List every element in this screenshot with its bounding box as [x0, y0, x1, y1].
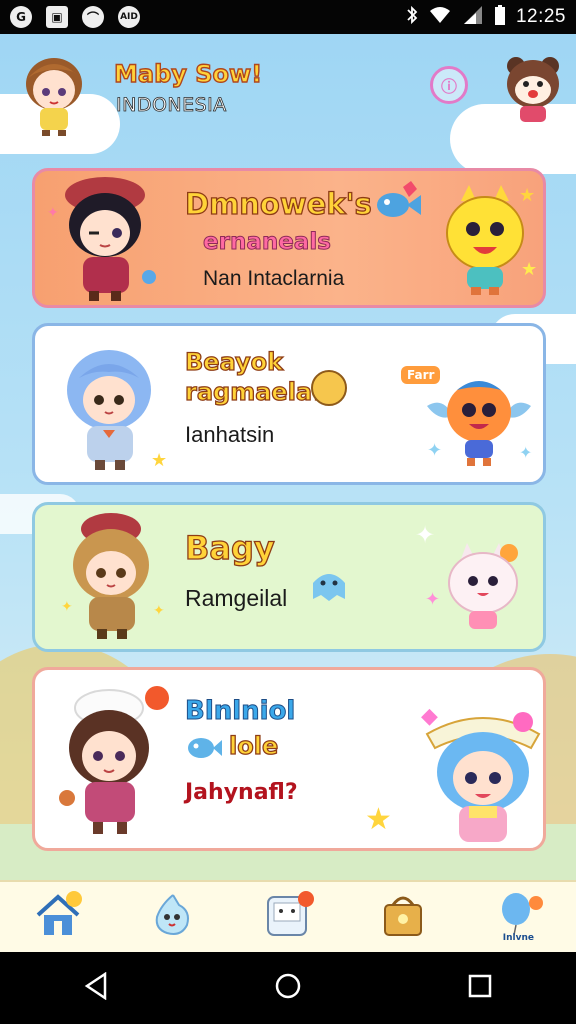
- sparkle-icon: ★: [521, 259, 538, 280]
- sparkle-icon: ◆: [421, 704, 438, 729]
- svg-text:✦: ✦: [153, 603, 165, 619]
- card-1-title: Dmnowek's: [184, 186, 372, 221]
- game-card-1[interactable]: Dmnowek's ernaneals Nan Intaclarnia ★ ★ …: [32, 168, 546, 308]
- nav-friends[interactable]: [143, 887, 203, 947]
- card-4-girl-character: [419, 694, 543, 848]
- player-avatar[interactable]: [14, 48, 94, 138]
- blue-ghost-icon: [307, 563, 351, 607]
- home-icon: [32, 889, 84, 945]
- bird-mascot: ✦ ✦: [419, 366, 539, 476]
- notification-icon-3: ⌒: [82, 6, 104, 28]
- notification-icon-2: ▣: [46, 6, 68, 28]
- home-circle-icon: [274, 972, 302, 1004]
- star-icon: ★: [365, 802, 392, 837]
- nav-home[interactable]: [28, 887, 88, 947]
- card-4-character: [51, 678, 171, 844]
- card-2-character: ★: [57, 340, 167, 474]
- blue-fish-icon: [185, 734, 223, 762]
- card-2-title-line2: ragmaela!: [184, 377, 324, 406]
- clock: 12:25: [515, 6, 566, 27]
- game-card-2[interactable]: ★ Beayok ragmaela! Ianhatsin Farr ✦ ✦: [32, 323, 546, 485]
- nav-profile[interactable]: Inlvne: [488, 887, 548, 947]
- nav-profile-label: Inlvne: [502, 933, 534, 943]
- card-3-subtitle: Ramgeilal: [185, 585, 288, 611]
- bottom-nav: Inlvne: [0, 880, 576, 952]
- svg-text:✦: ✦: [519, 443, 532, 462]
- card-4-title-line2: lole: [228, 731, 279, 760]
- notification-icon-4: AID: [118, 6, 140, 28]
- svg-text:✦: ✦: [61, 599, 73, 615]
- info-button[interactable]: ⓘ: [430, 66, 468, 104]
- app-header: Maby Sow! INDONESIA ⓘ: [0, 34, 576, 162]
- back-icon: [83, 971, 109, 1004]
- card-4-title: Blnlniol: [184, 696, 296, 727]
- card-3-character: ✦ ✦: [59, 511, 169, 645]
- status-bar: G ▣ ⌒ AID 12:25: [0, 0, 576, 34]
- card-3-title: Bagy: [184, 528, 275, 567]
- sparkle-icon: ✦: [47, 205, 59, 221]
- notification-icon-1: G: [10, 6, 32, 28]
- white-bunny-mascot: [433, 539, 533, 639]
- sparkle-icon: ✦: [425, 589, 441, 610]
- battery-icon: [494, 4, 506, 31]
- system-nav-bar: [0, 952, 576, 1024]
- game-card-3[interactable]: ✦ ✦ Bagy Ramgeilal ✦ ✦: [32, 502, 546, 652]
- nav-shop[interactable]: [373, 887, 433, 947]
- card-1-character: [53, 173, 163, 305]
- card-1-subtitle-decor: ernaneals: [203, 229, 332, 256]
- card-2-title: Beayok: [184, 347, 284, 376]
- card-1-subtitle: Nan Intaclarnia: [203, 267, 345, 290]
- svg-text:✦: ✦: [427, 440, 442, 461]
- card-4-subtitle: Jahynafl?: [185, 780, 298, 805]
- pet-avatar[interactable]: [500, 50, 566, 126]
- game-card-4[interactable]: Blnlniol lole Jahynafl? ★ ◆: [32, 667, 546, 851]
- treasure-bag-icon: [377, 889, 429, 945]
- recents-icon: [467, 973, 493, 1003]
- back-button[interactable]: [66, 958, 126, 1018]
- home-button[interactable]: [258, 958, 318, 1018]
- signal-icon: [462, 5, 484, 30]
- bubble-friend-icon: [147, 889, 199, 945]
- app-title: Maby Sow!: [113, 59, 263, 88]
- wifi-icon: [428, 5, 452, 30]
- recents-button[interactable]: [450, 958, 510, 1018]
- nav-games[interactable]: [258, 887, 318, 947]
- game-box-icon: [262, 889, 314, 945]
- fish-icon: [371, 177, 425, 231]
- bluetooth-icon: [406, 5, 418, 30]
- app-region: INDONESIA: [116, 94, 227, 117]
- sparkle-icon: ★: [519, 185, 536, 206]
- sparkle-icon: ✦: [415, 521, 436, 549]
- info-icon: ⓘ: [440, 77, 457, 96]
- card-2-subtitle: Ianhatsin: [185, 422, 275, 447]
- emoji-icon: [311, 370, 347, 406]
- svg-text:★: ★: [151, 450, 167, 471]
